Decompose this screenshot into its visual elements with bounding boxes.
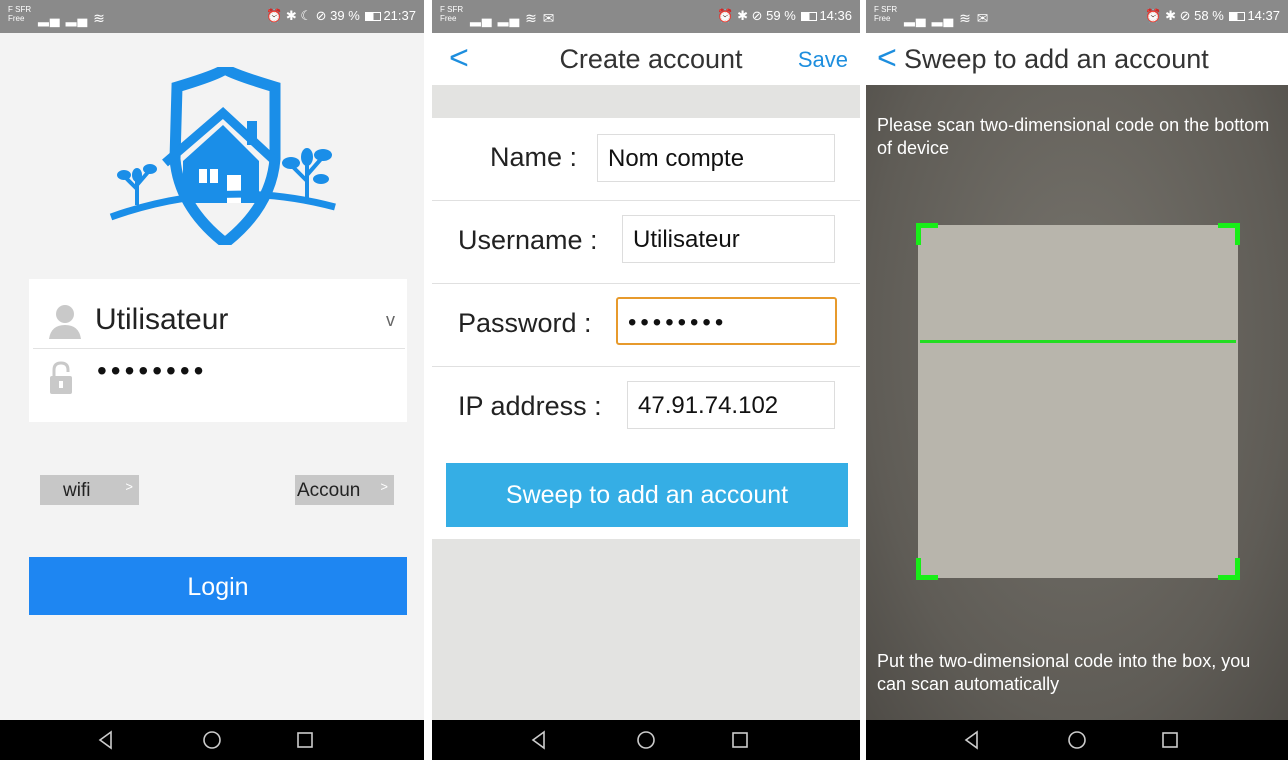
login-button[interactable]: Login [29,557,407,615]
username-label: Username : [458,225,598,255]
scan-screen: F SFR Free ▂▄ ▂▄ ≋ ✉ ⏰ ✱ ⊘ 58 % 14:37 < S… [866,0,1288,760]
scan-line [920,340,1236,343]
name-label: Name : [490,142,578,172]
create-account-screen: F SFR Free ▂▄ ▂▄ ≋ ✉ ⏰ ✱ ⊘ 59 % 14:36 < C… [432,0,860,760]
back-triangle-icon[interactable] [95,729,117,751]
login-card: Utilisateur v •••••••• [29,279,407,422]
status-right: ⏰ ✱ ☾ ⊘ 39 % 21:37 [266,8,416,23]
home-circle-icon[interactable] [201,729,223,751]
recent-square-icon[interactable] [729,729,751,751]
scan-corner [1218,558,1240,580]
header: < Create account Save [432,33,860,85]
username-row: Username : Utilisateur [432,201,860,284]
status-bar: F SFR Free ▂▄ ▂▄ ≋ ✉ ⏰ ✱ ⊘ 58 % 14:37 [866,0,1288,33]
header: < Sweep to add an account [866,33,1288,85]
name-input[interactable]: Nom compte [597,134,835,182]
carrier-label: F SFR Free [8,5,32,23]
signal-icon: ▂▄ ▂▄ ≋ ✉ [470,10,556,26]
scan-corner [916,223,938,245]
signal-icon: ▂▄ ▂▄ ≋ ✉ [904,10,990,26]
account-form: Name : Nom compte Username : Utilisateur… [432,118,860,451]
recent-square-icon[interactable] [294,729,316,751]
username-row[interactable]: Utilisateur v [33,279,405,349]
scan-instruction-top: Please scan two-dimensional code on the … [877,115,1270,158]
scan-corner [1218,223,1240,245]
back-triangle-icon[interactable] [961,729,983,751]
wifi-button-label: wifi [63,480,91,501]
password-row: Password : •••••••• [432,284,860,367]
ip-address-row: IP address : 47.91.74.102 [432,367,860,450]
ip-address-input[interactable]: 47.91.74.102 [627,381,835,429]
back-triangle-icon[interactable] [528,729,550,751]
scan-instruction-bottom: Put the two-dimensional code into the bo… [877,651,1251,694]
carrier-label: F SFR Free [440,5,464,23]
battery-icon [801,12,818,21]
save-button[interactable]: Save [798,47,848,73]
login-screen: F SFR Free ▂▄ ▂▄ ≋ ⏰ ✱ ☾ ⊘ 39 % 21:37 Uti… [0,0,424,760]
name-row: Name : Nom compte [432,118,860,201]
username-field[interactable]: Utilisateur [95,303,228,337]
carrier-label: F SFR Free [874,5,898,23]
chevron-right-icon: > [125,479,133,494]
status-right: ⏰ ✱ ⊘ 58 % 14:37 [1145,8,1280,23]
scan-corner [916,558,938,580]
lock-icon [50,361,72,394]
nav-bar [432,720,860,760]
nav-bar [866,720,1288,760]
signal-icon: ▂▄ ▂▄ ≋ [38,10,106,26]
battery-icon [365,12,382,21]
battery-icon [1229,12,1246,21]
user-icon [49,305,81,339]
status-right: ⏰ ✱ ⊘ 59 % 14:36 [717,8,852,23]
shield-house-logo-icon [109,67,336,245]
account-button-label: Accoun [297,480,361,501]
ip-address-label: IP address : [458,391,602,421]
home-circle-icon[interactable] [1066,729,1088,751]
chevron-right-icon: > [380,479,388,494]
recent-square-icon[interactable] [1159,729,1181,751]
password-field[interactable]: •••••••• [97,355,207,387]
account-button[interactable]: Accoun > [295,475,394,505]
wifi-button[interactable]: wifi > [40,475,139,505]
nav-bar [0,720,424,760]
chevron-down-icon[interactable]: v [386,310,395,331]
password-row[interactable]: •••••••• [29,349,407,419]
password-label: Password : [458,308,592,338]
page-title: Sweep to add an account [904,44,1209,74]
page-title: Create account [559,44,743,74]
status-bar: F SFR Free ▂▄ ▂▄ ≋ ✉ ⏰ ✱ ⊘ 59 % 14:36 [432,0,860,33]
sweep-add-account-button[interactable]: Sweep to add an account [446,463,848,527]
status-bar: F SFR Free ▂▄ ▂▄ ≋ ⏰ ✱ ☾ ⊘ 39 % 21:37 [0,0,424,33]
back-chevron-icon[interactable]: < [877,39,897,78]
scan-frame [916,223,1240,580]
username-input[interactable]: Utilisateur [622,215,835,263]
home-circle-icon[interactable] [635,729,657,751]
password-input[interactable]: •••••••• [616,297,837,345]
